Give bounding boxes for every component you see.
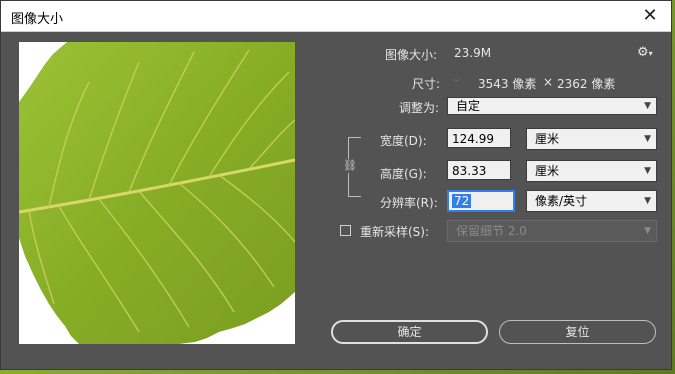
- dimensions-label: 尺寸:: [412, 77, 441, 91]
- resolution-value: 72: [452, 194, 472, 208]
- resample-method-value: 保留细节 2.0: [456, 224, 527, 238]
- chevron-down-icon: ▼: [644, 196, 651, 206]
- fit-to-value: 自定: [456, 99, 481, 113]
- ok-button[interactable]: 确定: [331, 320, 488, 344]
- resample-method-select[interactable]: 保留细节 2.0 ▼: [447, 220, 657, 242]
- dimensions-times: ×: [543, 75, 554, 89]
- fit-to-label: 调整为:: [399, 101, 440, 115]
- chevron-down-icon: ▼: [644, 134, 651, 144]
- resample-label[interactable]: 重新采样(S):: [360, 223, 429, 240]
- reset-button[interactable]: 复位: [499, 320, 656, 344]
- height-label: 高度(G):: [380, 167, 427, 181]
- image-size-value: 23.9M: [454, 46, 492, 60]
- title-bar: 图像大小 ✕: [1, 1, 671, 32]
- width-unit-select[interactable]: 厘米 ▼: [526, 128, 657, 150]
- chevron-down-icon: ▼: [644, 226, 651, 236]
- resolution-unit-select[interactable]: 像素/英寸 ▼: [526, 190, 657, 212]
- dimensions-dropdown-icon[interactable]: ⌵: [453, 75, 460, 85]
- resample-checkbox[interactable]: [340, 225, 351, 236]
- image-size-dialog: 图像大小 ✕ 图像大小: 23.9M ⚙▾ 尺寸: ⌵ 3543 像素 × 23…: [0, 0, 672, 370]
- dimensions-width: 3543 像素: [478, 77, 537, 91]
- height-value: 83.33: [452, 164, 487, 178]
- image-preview[interactable]: [19, 42, 295, 344]
- resolution-label: 分辨率(R):: [380, 196, 438, 210]
- height-unit-select[interactable]: 厘米 ▼: [526, 160, 657, 182]
- window-title: 图像大小: [11, 12, 64, 27]
- height-input[interactable]: 83.33: [447, 160, 511, 180]
- resolution-unit-value: 像素/英寸: [535, 194, 588, 208]
- fit-to-select[interactable]: 自定 ▼: [447, 97, 657, 115]
- gear-icon[interactable]: ⚙▾: [637, 45, 653, 60]
- resolution-input[interactable]: 72: [447, 190, 515, 212]
- chain-link-icon[interactable]: ⛓: [343, 159, 357, 173]
- image-size-label: 图像大小:: [385, 48, 438, 62]
- chevron-down-icon: ▼: [644, 101, 651, 111]
- width-input[interactable]: 124.99: [447, 128, 511, 148]
- dimensions-height: 2362 像素: [557, 77, 616, 91]
- close-icon[interactable]: ✕: [639, 5, 661, 27]
- width-value: 124.99: [452, 132, 494, 146]
- leaf-image: [19, 42, 295, 344]
- chevron-down-icon: ▼: [644, 166, 651, 176]
- height-unit-value: 厘米: [535, 164, 560, 178]
- width-unit-value: 厘米: [535, 132, 560, 146]
- width-label: 宽度(D):: [380, 134, 427, 148]
